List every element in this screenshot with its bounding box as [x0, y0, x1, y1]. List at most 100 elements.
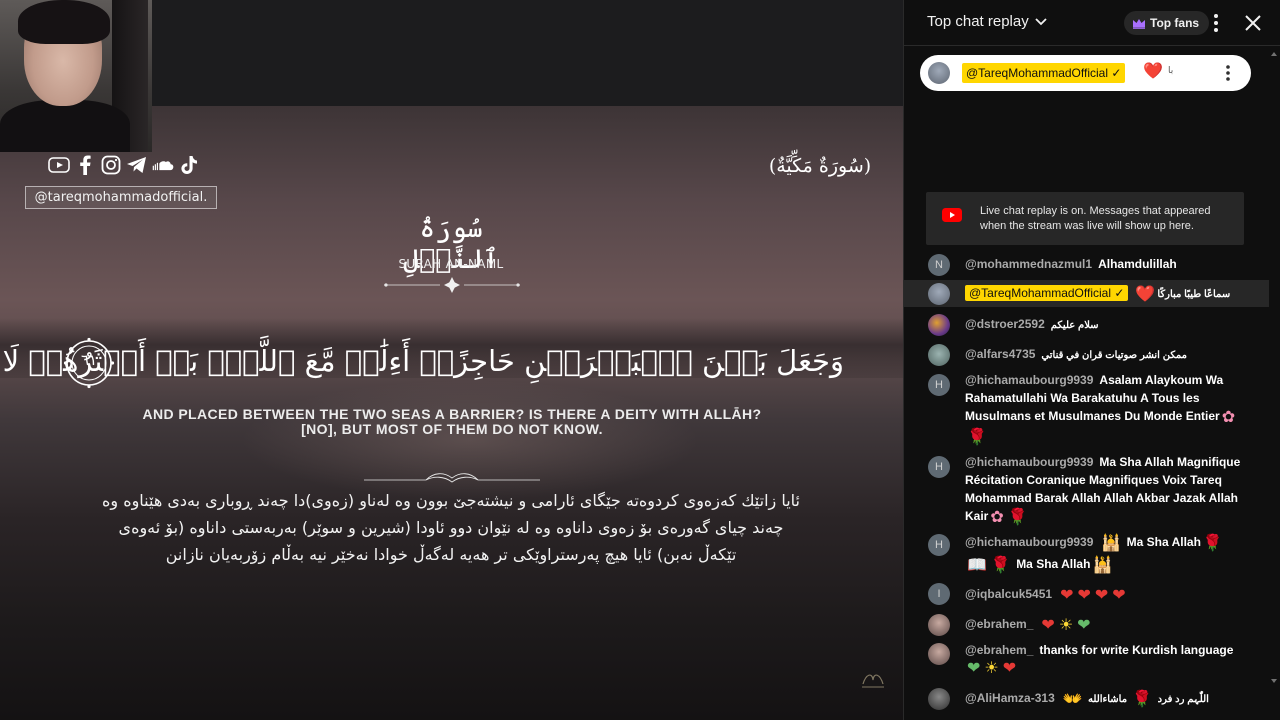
rose-emoji: 🌹: [990, 557, 1011, 574]
avatar[interactable]: I: [928, 583, 950, 605]
rose-emoji: 🌹: [1132, 691, 1153, 708]
heart-emoji: ❤: [1077, 587, 1091, 604]
chat-mode-dropdown[interactable]: Top chat replay: [927, 13, 1048, 30]
heart-emoji: ❤: [1041, 617, 1055, 634]
top-fans-button[interactable]: Top fans: [1124, 11, 1210, 35]
english-translation: AND PLACED BETWEEN THE TWO SEAS A BARRIE…: [100, 407, 804, 437]
hands-emoji: 👐: [1062, 691, 1083, 708]
kurdish-translation-line: تێکەڵ نەبن) ئایا هیچ پەرستراوێکی تر هەیە…: [165, 545, 737, 564]
message-text: Ma Sha Allah: [1016, 557, 1091, 571]
avatar[interactable]: H: [928, 534, 950, 556]
chat-message[interactable]: H @hichamaubourg9939 Asalam Alaykoum Wa R…: [904, 371, 1269, 446]
chat-message[interactable]: N @mohammednazmul1 Alhamdulillah: [904, 254, 1269, 276]
sun-emoji: ☀: [1058, 617, 1074, 634]
chat-replay-notice-text: Live chat replay is on. Messages that ap…: [980, 205, 1211, 232]
verified-check-icon: ✓: [1111, 66, 1122, 80]
heart-emoji: ❤: [1112, 587, 1126, 604]
chat-message-owner[interactable]: @TareqMohammadOfficial ✓ ❤️ سماعًا طيبًا م…: [904, 280, 1269, 307]
rose-emoji: 🌹: [1202, 535, 1223, 552]
avatar[interactable]: H: [928, 456, 950, 478]
avatar[interactable]: [928, 344, 950, 366]
chat-message[interactable]: @ebrahem_ thanks for write Kurdish langua…: [904, 642, 1269, 682]
chat-scrollbar[interactable]: [1270, 46, 1278, 710]
watermark-logo-icon: [862, 674, 884, 688]
author-name[interactable]: @ebrahem_: [965, 643, 1033, 657]
message-text: سماعًا طيبًا مباركًا: [1157, 289, 1231, 300]
author-name[interactable]: @dstroer2592: [965, 317, 1045, 331]
chevron-down-icon: [1035, 17, 1047, 25]
author-name[interactable]: @hichamaubourg9939: [965, 373, 1093, 387]
message-text: اللّٰہم رد فرد: [1157, 694, 1209, 705]
author-name[interactable]: @hichamaubourg9939: [965, 455, 1093, 469]
message-text: ماشاءالله: [1088, 694, 1128, 705]
author-name[interactable]: @alfars4735: [965, 347, 1035, 361]
author-name[interactable]: @iqbalcuk5451: [965, 587, 1052, 601]
heart-emoji: ❤️: [1135, 286, 1156, 303]
soundcloud-icon: [152, 154, 174, 176]
chat-message[interactable]: @alfars4735 ممكن انشر صوتيات قران في قنات…: [904, 344, 1269, 366]
scroll-up-arrow-icon[interactable]: [1270, 50, 1278, 58]
webcam-overlay: [0, 0, 152, 152]
avatar[interactable]: [928, 643, 950, 665]
ayah-arabic-text: وَجَعَلَ بَيۡنَ ٱلۡبَحۡرَيۡنِ حَاجِزًاۗ …: [0, 344, 844, 378]
message-text: thanks for write Kurdish language: [1039, 643, 1234, 657]
chat-replay-notice: Live chat replay is on. Messages that ap…: [926, 192, 1244, 245]
tiktok-icon: [178, 154, 200, 176]
live-chat-panel: Top chat replay Top fans @TareqMohammadO…: [903, 0, 1280, 720]
video-player[interactable]: @tareqmohammadofficial. (سُورَةٌ مَكِّيَ…: [0, 0, 903, 720]
webcam-shirt: [0, 100, 130, 152]
avatar[interactable]: [928, 614, 950, 636]
avatar[interactable]: [928, 283, 950, 305]
facebook-icon: [74, 154, 96, 176]
heart-emoji: ❤️: [1143, 61, 1163, 80]
scroll-down-arrow-icon[interactable]: [1270, 677, 1278, 685]
verified-check-icon: ✓: [1114, 286, 1125, 300]
author-name[interactable]: @hichamaubourg9939: [965, 535, 1093, 549]
heart-emoji: ❤: [1002, 660, 1017, 677]
green-heart-emoji: ❤: [1077, 617, 1091, 634]
message-text: Alhamdulillah: [1098, 257, 1177, 271]
crown-icon: [1133, 18, 1145, 29]
youtube-icon: [48, 154, 70, 176]
author-name[interactable]: @TareqMohammadOfficial ✓: [965, 285, 1129, 301]
avatar[interactable]: H: [928, 374, 950, 396]
pinned-message[interactable]: @TareqMohammadOfficial ✓ ❤️ با: [920, 55, 1251, 91]
chat-message[interactable]: I @iqbalcuk5451 ❤ ❤ ❤ ❤: [904, 583, 1269, 605]
message-text: سلام عليكم: [1050, 320, 1099, 331]
close-icon[interactable]: [1242, 12, 1264, 34]
author-name[interactable]: @AliHamza-313: [965, 691, 1055, 705]
pinned-author[interactable]: @TareqMohammadOfficial ✓: [962, 63, 1126, 83]
author-name[interactable]: @ebrahem_: [965, 617, 1033, 631]
chat-message[interactable]: H @hichamaubourg9939 Ma Sha Allah Magnifi…: [904, 453, 1269, 526]
green-heart-emoji: ❤: [967, 660, 981, 677]
pinned-menu-icon[interactable]: [1220, 63, 1236, 83]
makkiyah-label: (سُورَةٌ مَكِّيَّةٌ): [768, 155, 872, 177]
chat-message[interactable]: @dstroer2592 سلام عليكم: [904, 314, 1269, 336]
chat-header: Top chat replay Top fans: [904, 0, 1280, 46]
heart-emoji: ❤: [1094, 587, 1109, 604]
flower-emoji: ✿: [1221, 409, 1236, 426]
more-options-icon[interactable]: [1206, 12, 1226, 34]
youtube-logo-icon: [942, 208, 962, 222]
telegram-icon: [126, 154, 148, 176]
chat-message[interactable]: @AliHamza-313 👐 اللّٰہم رد فرد 🌹 ماشاءالل…: [904, 688, 1269, 710]
avatar[interactable]: [928, 62, 950, 84]
chat-title: Top chat replay: [927, 13, 1029, 30]
chat-message[interactable]: H @hichamaubourg9939 🕌 Ma Sha Allah 🌹 📖 🌹 Ma…: [904, 531, 1269, 577]
chat-message[interactable]: @ebrahem_ ❤ ☀ ❤: [904, 613, 1269, 636]
channel-handle-label: @tareqmohammadofficial.: [25, 186, 217, 209]
english-translation-line: AND PLACED BETWEEN THE TWO SEAS A BARRIE…: [142, 406, 762, 422]
avatar[interactable]: [928, 688, 950, 710]
rose-emoji: 🌹: [967, 429, 987, 446]
webcam-hair: [18, 0, 110, 44]
pinned-text: با: [1168, 66, 1174, 76]
top-fans-label: Top fans: [1150, 16, 1200, 30]
avatar[interactable]: N: [928, 254, 950, 276]
author-name[interactable]: @mohammednazmul1: [965, 257, 1092, 271]
book-emoji: 📖: [967, 557, 987, 574]
avatar[interactable]: [928, 314, 950, 336]
sun-emoji: ☀: [984, 660, 999, 677]
author-name: @TareqMohammadOfficial: [966, 66, 1109, 80]
english-translation-line: [NO], BUT MOST OF THEM DO NOT KNOW.: [301, 421, 603, 437]
message-text: ممكن انشر صوتيات قران في قناتي: [1041, 350, 1188, 361]
